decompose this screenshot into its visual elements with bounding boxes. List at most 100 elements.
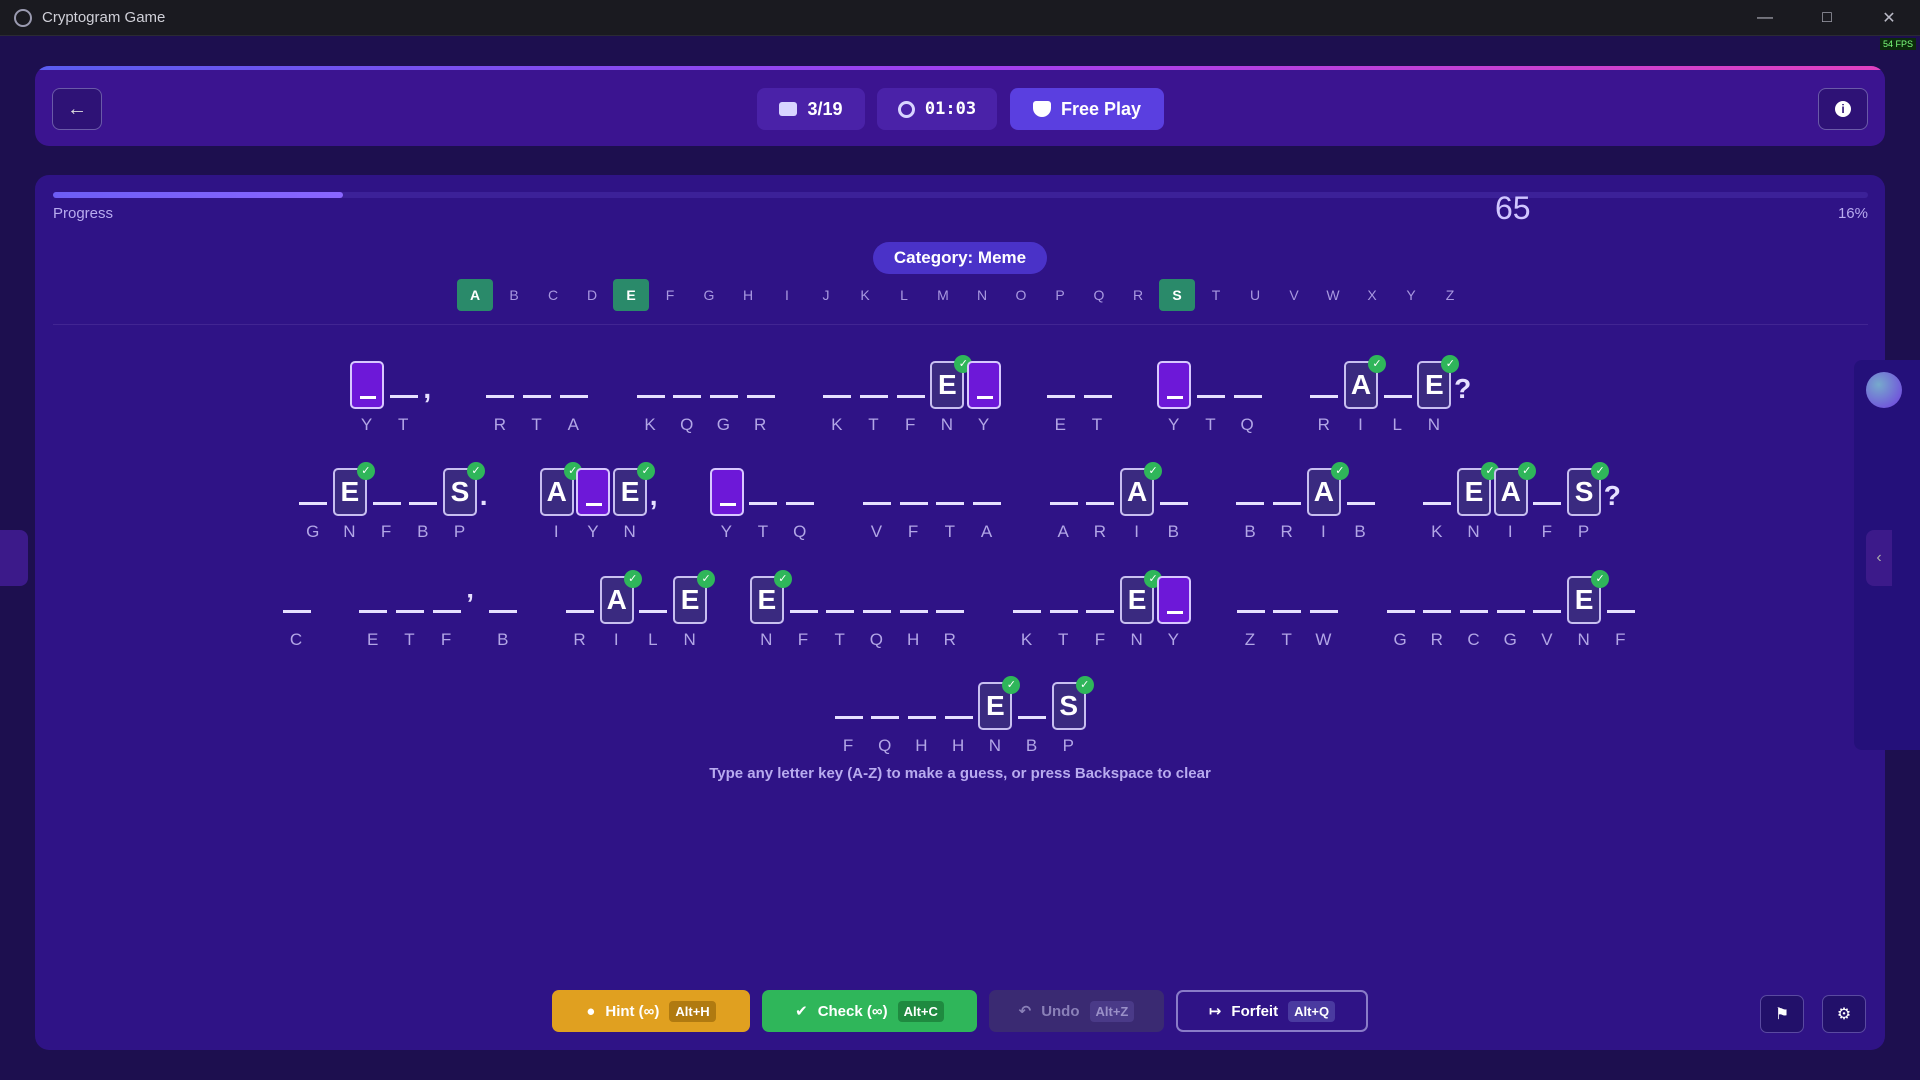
letter-cell[interactable]: C	[280, 570, 314, 650]
letter-cell[interactable]: F	[1083, 570, 1117, 650]
letter-slot[interactable]	[639, 610, 668, 613]
hint-button[interactable]: ● Hint (∞) Alt+H	[552, 990, 750, 1032]
letter-slot[interactable]	[936, 502, 965, 505]
letter-slot[interactable]	[486, 395, 515, 398]
letter-cell[interactable]: A ✓ I	[599, 570, 642, 650]
letter-cell[interactable]: Y	[350, 355, 384, 435]
letter-slot[interactable]	[372, 502, 401, 505]
letter-cell[interactable]: E ✓ N	[1567, 570, 1610, 650]
letter-cell[interactable]: B	[486, 570, 520, 650]
letter-slot[interactable]	[860, 395, 888, 398]
letter-slot[interactable]	[1049, 502, 1078, 505]
letter-slot[interactable]	[1236, 610, 1265, 613]
letter-cell[interactable]: A	[1047, 462, 1081, 542]
letter-slot[interactable]	[709, 395, 738, 398]
letter-slot[interactable]	[1083, 395, 1112, 398]
letter-cell[interactable]: Y	[967, 355, 1002, 435]
letter-cell[interactable]: C	[1457, 570, 1491, 650]
letter-cell[interactable]: W	[1307, 570, 1341, 650]
letter-slot[interactable]	[862, 610, 891, 613]
letter-cell[interactable]: Y	[1156, 570, 1191, 650]
letter-cell[interactable]: G	[1384, 570, 1418, 650]
letter-slot[interactable]	[389, 395, 418, 398]
letter-cell[interactable]: S ✓ P	[442, 462, 485, 542]
letter-cell[interactable]: B	[1233, 462, 1267, 542]
letter-cell[interactable]: A ✓ I	[539, 462, 582, 542]
letter-cell[interactable]: Q	[860, 570, 894, 650]
letter-cell[interactable]: V	[860, 462, 894, 542]
letter-slot[interactable]	[359, 610, 388, 613]
letter-cell[interactable]: K	[820, 355, 854, 435]
letter-cell[interactable]: F	[832, 676, 866, 756]
letter-cell[interactable]: Q	[783, 462, 817, 542]
letter-slot[interactable]	[1309, 610, 1338, 613]
letter-cell[interactable]: Q	[868, 676, 902, 756]
letter-cell[interactable]: E ✓ N	[930, 355, 973, 435]
letter-cell[interactable]: F	[430, 570, 464, 650]
letter-slot[interactable]	[944, 716, 973, 719]
letter-slot[interactable]	[1386, 610, 1415, 613]
letter-cell[interactable]: G	[1494, 570, 1528, 650]
letter-slot[interactable]	[789, 610, 818, 613]
close-icon[interactable]: ✕	[1858, 0, 1920, 36]
letter-slot[interactable]	[1236, 502, 1265, 505]
letter-slot[interactable]	[1233, 395, 1262, 398]
letter-cell[interactable]: Z	[1234, 570, 1268, 650]
letter-cell[interactable]: E ✓ N	[1417, 355, 1460, 435]
letter-slot[interactable]	[834, 716, 863, 719]
letter-cell[interactable]: G	[707, 355, 741, 435]
letter-slot[interactable]	[1423, 502, 1452, 505]
letter-cell[interactable]: A	[557, 355, 591, 435]
letter-slot[interactable]	[871, 716, 900, 719]
letter-cell[interactable]: R	[1307, 355, 1341, 435]
letter-slot[interactable]	[1533, 610, 1562, 613]
letter-cell[interactable]: L	[1381, 355, 1415, 435]
settings-button[interactable]: ⚙	[1822, 995, 1866, 1033]
letter-cell[interactable]: R	[1420, 570, 1454, 650]
letter-cell[interactable]: A ✓ I	[1493, 462, 1536, 542]
letter-cell[interactable]: R	[483, 355, 517, 435]
letter-slot[interactable]	[936, 610, 965, 613]
letter-cell[interactable]: T	[933, 462, 967, 542]
letter-slot[interactable]	[826, 610, 855, 613]
letter-slot[interactable]	[823, 395, 852, 398]
letter-slot[interactable]	[1018, 716, 1047, 719]
letter-slot[interactable]	[409, 502, 438, 505]
letter-cell[interactable]: K	[1010, 570, 1044, 650]
active-letter-box[interactable]	[967, 361, 1002, 409]
letter-cell[interactable]: Q	[1231, 355, 1265, 435]
letter-slot[interactable]	[1086, 502, 1115, 505]
letter-slot[interactable]	[523, 395, 552, 398]
letter-cell[interactable]: B	[1015, 676, 1049, 756]
letter-cell[interactable]: Y	[576, 462, 611, 542]
letter-cell[interactable]: E ✓ N	[673, 570, 716, 650]
letter-slot[interactable]	[749, 502, 778, 505]
letter-slot[interactable]	[1196, 395, 1225, 398]
letter-cell[interactable]: F	[894, 355, 928, 435]
maximize-icon[interactable]: □	[1796, 0, 1858, 36]
forfeit-button[interactable]: ↦ Forfeit Alt+Q	[1176, 990, 1368, 1032]
letter-slot[interactable]	[566, 610, 594, 613]
letter-cell[interactable]: E ✓ N	[1456, 462, 1499, 542]
letter-cell[interactable]: L	[636, 570, 670, 650]
letter-cell[interactable]: F	[1530, 462, 1564, 542]
letter-slot[interactable]	[899, 610, 928, 613]
right-drawer-handle[interactable]: ‹	[1866, 530, 1892, 586]
letter-cell[interactable]: S ✓ P	[1051, 676, 1094, 756]
letter-slot[interactable]	[1049, 610, 1078, 613]
left-drawer-handle[interactable]	[0, 530, 28, 586]
letter-cell[interactable]: E ✓ N	[332, 462, 375, 542]
letter-slot[interactable]	[489, 610, 518, 613]
back-button[interactable]: ←	[52, 88, 102, 130]
letter-cell[interactable]: E ✓ N	[613, 462, 656, 542]
letter-slot[interactable]	[786, 502, 815, 505]
letter-cell[interactable]: F	[1604, 570, 1638, 650]
minimize-icon[interactable]: —	[1734, 0, 1796, 36]
letter-cell[interactable]: R	[933, 570, 967, 650]
letter-slot[interactable]	[1606, 610, 1635, 613]
letter-cell[interactable]: S ✓ P	[1567, 462, 1610, 542]
letter-slot[interactable]	[896, 395, 925, 398]
flag-button[interactable]: ⚑	[1760, 995, 1804, 1033]
letter-slot[interactable]	[746, 395, 775, 398]
letter-cell[interactable]: T	[857, 355, 891, 435]
